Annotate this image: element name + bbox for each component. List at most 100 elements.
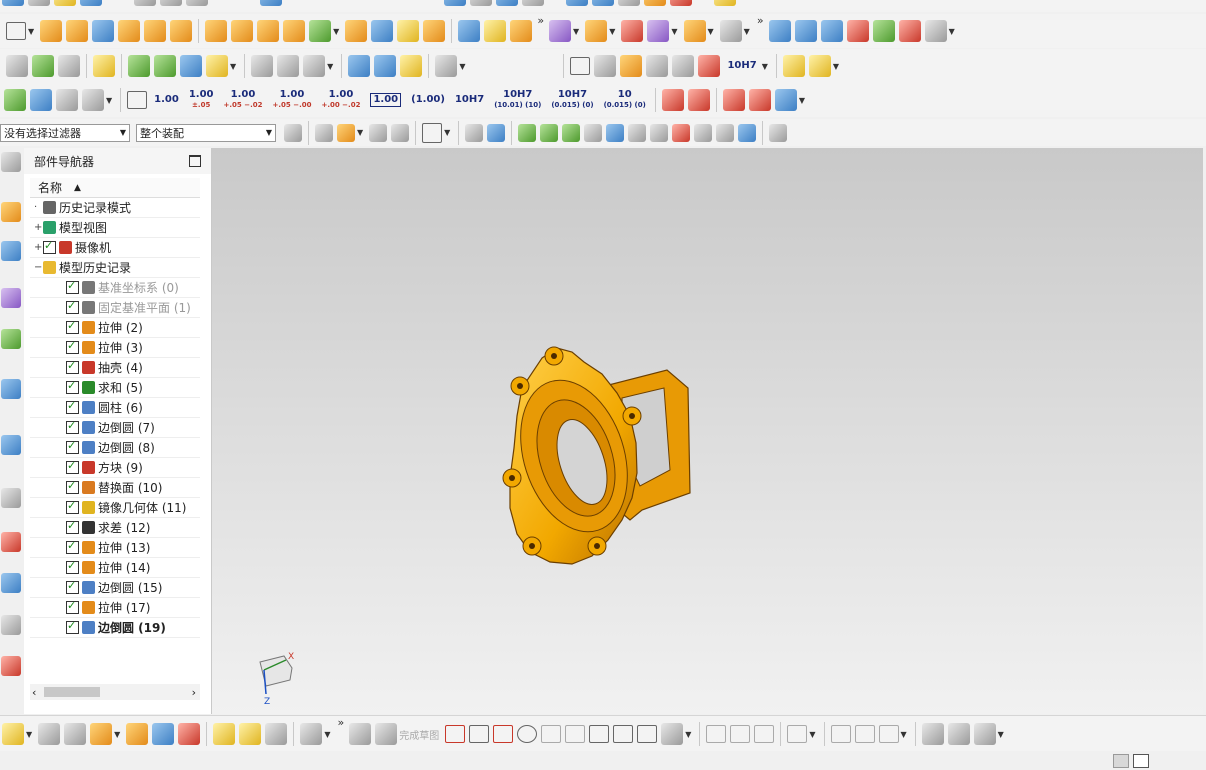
column-header-name[interactable]: 名称 ▲ bbox=[30, 178, 200, 198]
point-on-surface-icon[interactable] bbox=[738, 123, 757, 142]
visibility-checkbox[interactable] bbox=[66, 459, 79, 474]
gdt-icon[interactable] bbox=[620, 55, 643, 77]
surface-analysis-icon[interactable] bbox=[277, 55, 300, 77]
pocket-icon[interactable] bbox=[144, 20, 167, 42]
pointer-icon[interactable] bbox=[391, 123, 410, 142]
fix-icon[interactable] bbox=[178, 723, 201, 745]
system-materials-icon[interactable] bbox=[1, 656, 21, 676]
dim-style-1[interactable]: 1.00 bbox=[154, 95, 179, 105]
instance-icon[interactable] bbox=[231, 20, 254, 42]
revolve-icon[interactable] bbox=[66, 20, 89, 42]
arc-icon[interactable] bbox=[493, 725, 514, 743]
visibility-checkbox[interactable] bbox=[66, 399, 79, 414]
visibility-checkbox[interactable] bbox=[43, 239, 56, 254]
scroll-thumb[interactable] bbox=[44, 687, 100, 697]
table-edit-icon[interactable] bbox=[56, 89, 78, 111]
finish-sketch-icon[interactable] bbox=[375, 723, 398, 745]
radius-icon[interactable] bbox=[661, 89, 684, 111]
toolbar-icon[interactable] bbox=[80, 0, 102, 6]
offset-curve-icon[interactable] bbox=[787, 725, 808, 743]
tree-item[interactable]: 求和 (5) bbox=[30, 378, 200, 398]
geometric-constraints-icon[interactable] bbox=[854, 725, 875, 743]
sync-model-icon[interactable] bbox=[549, 20, 572, 42]
offset-face-icon[interactable] bbox=[458, 20, 481, 42]
toolbar-icon[interactable] bbox=[260, 0, 282, 6]
chamfer-sketch-icon[interactable] bbox=[565, 725, 586, 743]
mid-point-icon[interactable] bbox=[562, 123, 581, 142]
dimension-frame-icon[interactable] bbox=[127, 91, 148, 109]
selection-filter-dropdown[interactable]: 没有选择过滤器 ▼ bbox=[0, 123, 130, 142]
tree-item[interactable]: 边倒圆 (15) bbox=[30, 578, 200, 598]
components-icon[interactable] bbox=[58, 55, 80, 77]
visibility-checkbox[interactable] bbox=[66, 559, 79, 574]
assembly-icon[interactable] bbox=[6, 55, 28, 77]
symbol-icon[interactable] bbox=[646, 55, 669, 77]
dim-style-11[interactable]: 10 (0.015) (0) bbox=[604, 90, 646, 110]
visibility-checkbox[interactable] bbox=[66, 439, 79, 454]
history-icon[interactable] bbox=[1, 435, 21, 455]
existing-point-icon[interactable] bbox=[694, 123, 713, 142]
visibility-checkbox[interactable] bbox=[66, 319, 79, 334]
dim-style-8[interactable]: 10H7 bbox=[455, 95, 484, 105]
unite-icon[interactable] bbox=[309, 20, 332, 42]
snap-point-icon[interactable] bbox=[518, 123, 537, 142]
toolbar-icon[interactable] bbox=[592, 0, 614, 6]
roles-icon[interactable] bbox=[1, 615, 21, 635]
measure-icon[interactable] bbox=[303, 55, 326, 77]
visibility-checkbox[interactable] bbox=[66, 579, 79, 594]
pmi-icon[interactable] bbox=[782, 55, 805, 77]
delete-face-icon[interactable] bbox=[621, 20, 644, 42]
intersection-icon[interactable] bbox=[628, 123, 647, 142]
alternate-solution-icon[interactable] bbox=[973, 723, 996, 745]
circle-icon[interactable] bbox=[517, 725, 538, 743]
visibility-checkbox[interactable] bbox=[66, 359, 79, 374]
end-point-icon[interactable] bbox=[540, 123, 559, 142]
auto-constrain-icon[interactable] bbox=[878, 725, 899, 743]
visibility-checkbox[interactable] bbox=[66, 379, 79, 394]
tree-item[interactable]: + 模型视图 bbox=[30, 218, 200, 238]
tree-item[interactable]: 方块 (9) bbox=[30, 458, 200, 478]
tools-icon[interactable] bbox=[435, 55, 458, 77]
dim-style-7[interactable]: (1.00) bbox=[411, 95, 445, 105]
constraint-navigator-icon[interactable] bbox=[1, 241, 21, 261]
assembly-scope-dropdown[interactable]: 整个装配 ▼ bbox=[136, 123, 276, 142]
law-extension-icon[interactable] bbox=[846, 20, 869, 42]
scroll-right-icon[interactable]: › bbox=[192, 686, 200, 699]
table-icon[interactable] bbox=[594, 55, 617, 77]
dim-style-10h7[interactable]: 10H7 bbox=[727, 61, 756, 71]
web-browser-icon[interactable] bbox=[1, 379, 21, 399]
toolbar-icon[interactable] bbox=[186, 0, 208, 6]
tree-item[interactable]: 替换面 (10) bbox=[30, 478, 200, 498]
tree-item[interactable]: 拉伸 (2) bbox=[30, 318, 200, 338]
control-point-icon[interactable] bbox=[606, 123, 625, 142]
rapid-dimension-icon[interactable] bbox=[830, 725, 851, 743]
tree-item[interactable]: 抽壳 (4) bbox=[30, 358, 200, 378]
line-icon[interactable] bbox=[469, 725, 490, 743]
edit-icon[interactable] bbox=[93, 55, 115, 77]
point-on-curve-icon[interactable] bbox=[716, 123, 735, 142]
toolbar-icon[interactable] bbox=[566, 0, 588, 6]
mate-icon[interactable] bbox=[152, 723, 175, 745]
toolbar-icon[interactable] bbox=[496, 0, 518, 6]
pad-icon[interactable] bbox=[170, 20, 193, 42]
extrude-icon[interactable] bbox=[40, 20, 63, 42]
boss-icon[interactable] bbox=[118, 20, 141, 42]
constraint-icon[interactable] bbox=[154, 55, 176, 77]
mirror-assembly-icon[interactable] bbox=[180, 55, 202, 77]
sew-icon[interactable] bbox=[924, 20, 947, 42]
triangle-icon[interactable] bbox=[570, 57, 591, 75]
toolbar-icon[interactable] bbox=[28, 0, 50, 6]
toolbar-icon[interactable] bbox=[54, 0, 76, 6]
drafting-icon[interactable] bbox=[300, 723, 323, 745]
visibility-checkbox[interactable] bbox=[66, 519, 79, 534]
resize-icon[interactable] bbox=[683, 20, 706, 42]
explode-icon[interactable] bbox=[213, 723, 236, 745]
dim-style-4[interactable]: 1.00 +.05 −.00 bbox=[273, 90, 312, 110]
toolbar-icon[interactable] bbox=[160, 0, 182, 6]
visibility-checkbox[interactable] bbox=[66, 339, 79, 354]
visibility-checkbox[interactable] bbox=[66, 299, 79, 314]
tree-item[interactable]: 基准坐标系 (0) bbox=[30, 278, 200, 298]
edge-blend-icon[interactable] bbox=[371, 20, 394, 42]
assembly-navigator-icon[interactable] bbox=[1, 202, 21, 222]
shell-icon[interactable] bbox=[345, 20, 368, 42]
